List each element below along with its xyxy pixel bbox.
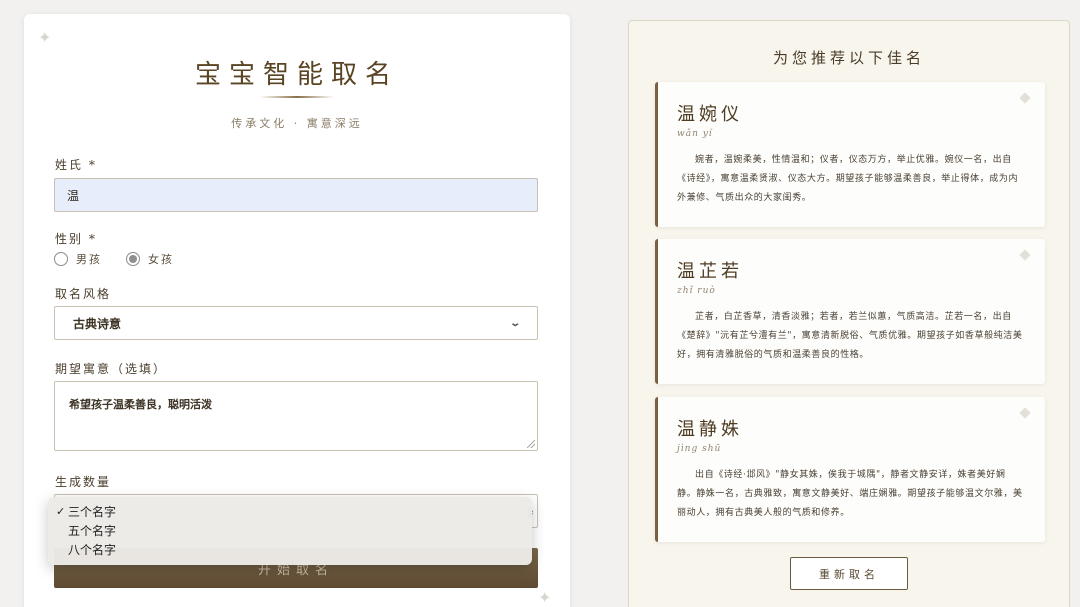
name-pinyin: wǎn yí [677, 129, 713, 139]
results-title: 为您推荐以下佳名 [772, 49, 925, 67]
meaning-label: 期望寓意（选填） [55, 362, 168, 376]
surname-input-value: 温 [67, 188, 80, 203]
sparkle-icon: ✦ [538, 588, 552, 607]
name-description: 婉者，温婉柔美，性情温和；仪者，仪态万方，举止优雅。婉仪一名，出自《诗经》，寓意… [677, 155, 1019, 203]
name-description: 芷者，白芷香草，清香淡雅；若者，若兰似蕙，气质高洁。芷若一名，出自《楚辞》"沅有… [677, 312, 1023, 360]
name-card: 温芷若 zhǐ ruò 芷者，白芷香草，清香淡雅；若者，若兰似蕙，气质高洁。芷若… [655, 239, 1045, 384]
diamond-icon [1019, 407, 1031, 419]
name-title: 温芷若 [677, 261, 743, 282]
dropdown-option-label: 八个名字 [68, 543, 117, 557]
meaning-textarea-value: 希望孩子温柔善良，聪明活泼 [69, 398, 212, 411]
gender-label: 性别 * [55, 232, 97, 246]
style-select[interactable]: 古典诗意 ⌄ [54, 306, 538, 340]
checkmark-icon: ✓ [56, 505, 66, 518]
count-dropdown-menu: ✓ 三个名字 五个名字 八个名字 [48, 497, 532, 565]
gender-option-boy[interactable]: 男孩 [54, 251, 102, 267]
name-card: 温婉仪 wǎn yí 婉者，温婉柔美，性情温和；仪者，仪态万方，举止优雅。婉仪一… [655, 82, 1045, 227]
dropdown-option[interactable]: 五个名字 [48, 521, 532, 540]
title-divider [260, 96, 334, 98]
radio-girl[interactable] [126, 252, 140, 266]
sparkle-icon: ✦ [38, 28, 52, 47]
name-description: 出自《诗经·邶风》"静女其姝，俟我于城隅"，静者文静安详，姝者美好娴静。静姝一名… [677, 470, 1023, 518]
rename-button[interactable]: 重新取名 [790, 557, 908, 590]
dropdown-option[interactable]: ✓ 三个名字 [48, 502, 532, 521]
radio-boy[interactable] [54, 252, 68, 266]
diamond-icon [1019, 92, 1031, 104]
gender-option-label: 男孩 [76, 253, 102, 266]
name-title: 温静姝 [677, 419, 743, 440]
gender-option-girl[interactable]: 女孩 [126, 251, 174, 267]
surname-input[interactable]: 温 [54, 178, 538, 212]
surname-label: 姓氏 * [55, 158, 97, 172]
form-subtitle: 传承文化 · 寓意深远 [231, 117, 363, 130]
dropdown-option[interactable]: 八个名字 [48, 540, 532, 559]
results-panel: 为您推荐以下佳名 温婉仪 wǎn yí 婉者，温婉柔美，性情温和；仪者，仪态万方… [628, 20, 1070, 607]
gender-radio-group: 男孩 女孩 [54, 251, 198, 267]
name-pinyin: jìng shū [677, 444, 722, 454]
meaning-textarea[interactable]: 希望孩子温柔善良，聪明活泼 [54, 381, 538, 451]
resize-grip-icon[interactable] [527, 440, 535, 448]
chevron-down-icon: ⌄ [508, 317, 521, 329]
dropdown-option-label: 三个名字 [68, 505, 117, 519]
style-label: 取名风格 [55, 287, 112, 301]
count-label: 生成数量 [55, 475, 112, 489]
name-pinyin: zhǐ ruò [677, 286, 716, 296]
gender-option-label: 女孩 [148, 253, 174, 266]
name-card: 温静姝 jìng shū 出自《诗经·邶风》"静女其姝，俟我于城隅"，静者文静安… [655, 397, 1045, 542]
diamond-icon [1019, 249, 1031, 261]
dropdown-option-label: 五个名字 [68, 524, 117, 538]
form-title: 宝宝智能取名 [194, 60, 399, 90]
style-select-value: 古典诗意 [73, 316, 122, 331]
name-title: 温婉仪 [677, 104, 743, 125]
